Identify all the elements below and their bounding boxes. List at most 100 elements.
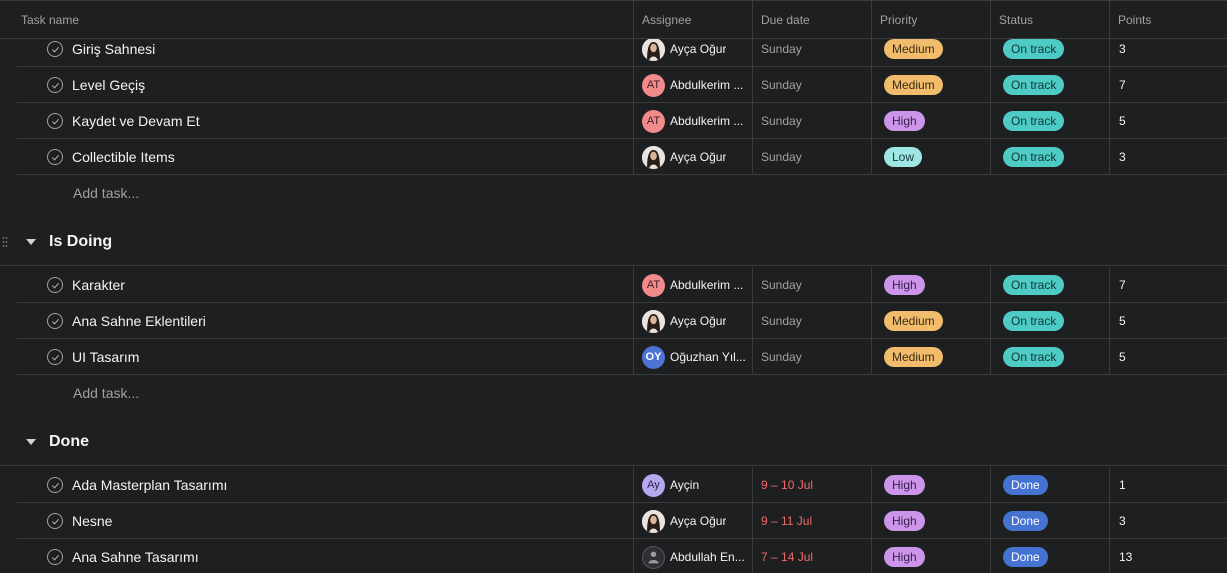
points-cell[interactable]: 1 bbox=[1109, 467, 1227, 503]
column-header-row: Task name Assignee Due date Priority Sta… bbox=[0, 0, 1227, 39]
due-date-cell[interactable]: Sunday bbox=[752, 139, 871, 175]
task-name[interactable]: Level Geçiş bbox=[72, 77, 145, 93]
due-date-cell[interactable]: 9 – 11 Jul bbox=[752, 503, 871, 539]
points-value: 7 bbox=[1119, 78, 1126, 92]
status-cell[interactable]: Done bbox=[990, 539, 1109, 573]
complete-check-icon[interactable] bbox=[47, 77, 63, 93]
complete-check-icon[interactable] bbox=[47, 277, 63, 293]
priority-cell[interactable]: Medium bbox=[871, 67, 990, 103]
add-task-button[interactable]: Add task... bbox=[73, 375, 139, 411]
priority-badge: High bbox=[884, 511, 925, 531]
avatar bbox=[642, 545, 665, 569]
due-date-cell[interactable]: Sunday bbox=[752, 339, 871, 375]
points-cell[interactable]: 5 bbox=[1109, 339, 1227, 375]
points-cell[interactable]: 7 bbox=[1109, 67, 1227, 103]
drag-handle-icon[interactable] bbox=[2, 236, 8, 248]
assignee-cell[interactable]: Abdullah En... bbox=[633, 539, 752, 573]
status-cell[interactable]: On track bbox=[990, 339, 1109, 375]
assignee-cell[interactable]: AT Abdulkerim ... bbox=[633, 267, 752, 303]
task-name[interactable]: Kaydet ve Devam Et bbox=[72, 113, 200, 129]
caret-down-icon[interactable] bbox=[26, 239, 36, 245]
task-row[interactable]: UI Tasarım OY Oğuzhan Yıl... Sunday Medi… bbox=[17, 339, 1227, 375]
column-header-priority[interactable]: Priority bbox=[871, 1, 990, 39]
section-title[interactable]: Done bbox=[49, 433, 89, 451]
task-name[interactable]: Ada Masterplan Tasarımı bbox=[72, 477, 227, 493]
assignee-cell[interactable]: Ayça Oğur bbox=[633, 503, 752, 539]
status-cell[interactable]: Done bbox=[990, 503, 1109, 539]
points-cell[interactable]: 5 bbox=[1109, 303, 1227, 339]
priority-cell[interactable]: High bbox=[871, 539, 990, 573]
complete-check-icon[interactable] bbox=[47, 349, 63, 365]
status-cell[interactable]: On track bbox=[990, 139, 1109, 175]
caret-down-icon[interactable] bbox=[26, 439, 36, 445]
priority-cell[interactable]: Medium bbox=[871, 303, 990, 339]
add-task-button[interactable]: Add task... bbox=[73, 175, 139, 211]
section-header-done[interactable]: Done bbox=[0, 418, 1227, 466]
task-row[interactable]: Level Geçiş AT Abdulkerim ... Sunday Med… bbox=[17, 67, 1227, 103]
task-row[interactable]: Ana Sahne Tasarımı Abdullah En... 7 – 14… bbox=[17, 539, 1227, 573]
complete-check-icon[interactable] bbox=[47, 113, 63, 129]
complete-check-icon[interactable] bbox=[47, 549, 63, 565]
points-cell[interactable]: 13 bbox=[1109, 539, 1227, 573]
due-date-cell[interactable]: Sunday bbox=[752, 103, 871, 139]
priority-cell[interactable]: High bbox=[871, 103, 990, 139]
status-cell[interactable]: On track bbox=[990, 267, 1109, 303]
task-name[interactable]: Karakter bbox=[72, 277, 125, 293]
priority-cell[interactable]: Medium bbox=[871, 339, 990, 375]
task-name[interactable]: Ana Sahne Eklentileri bbox=[72, 313, 206, 329]
due-date-cell[interactable]: Sunday bbox=[752, 267, 871, 303]
task-row[interactable]: Kaydet ve Devam Et AT Abdulkerim ... Sun… bbox=[17, 103, 1227, 139]
points-cell[interactable]: 7 bbox=[1109, 267, 1227, 303]
due-date-cell[interactable]: 9 – 10 Jul bbox=[752, 467, 871, 503]
assignee-cell[interactable]: Ay Ayçin bbox=[633, 467, 752, 503]
task-row[interactable]: Nesne Ayça Oğur 9 – 11 Jul High Done 3 bbox=[17, 503, 1227, 539]
avatar: AT bbox=[642, 73, 665, 97]
status-cell[interactable]: On track bbox=[990, 303, 1109, 339]
status-cell[interactable]: On track bbox=[990, 103, 1109, 139]
due-date: Sunday bbox=[761, 114, 802, 128]
task-row[interactable]: Ada Masterplan Tasarımı Ay Ayçin 9 – 10 … bbox=[17, 467, 1227, 503]
complete-check-icon[interactable] bbox=[47, 149, 63, 165]
priority-cell[interactable]: Low bbox=[871, 139, 990, 175]
priority-cell[interactable]: High bbox=[871, 267, 990, 303]
column-header-task-name[interactable]: Task name bbox=[13, 1, 633, 39]
task-row[interactable]: Collectible Items Ayça Oğur Sunday Low O… bbox=[17, 139, 1227, 175]
section-title[interactable]: Is Doing bbox=[49, 233, 112, 251]
points-value: 13 bbox=[1119, 550, 1133, 564]
task-row[interactable]: Karakter AT Abdulkerim ... Sunday High O… bbox=[17, 267, 1227, 303]
column-header-due-date[interactable]: Due date bbox=[752, 1, 871, 39]
column-header-points[interactable]: Points bbox=[1109, 1, 1227, 39]
assignee-cell[interactable]: OY Oğuzhan Yıl... bbox=[633, 339, 752, 375]
status-cell[interactable]: On track bbox=[990, 67, 1109, 103]
task-name[interactable]: Nesne bbox=[72, 513, 112, 529]
due-date-cell[interactable]: Sunday bbox=[752, 303, 871, 339]
task-name[interactable]: Collectible Items bbox=[72, 149, 175, 165]
task-name[interactable]: UI Tasarım bbox=[72, 349, 139, 365]
complete-check-icon[interactable] bbox=[47, 477, 63, 493]
task-row[interactable]: Ana Sahne Eklentileri Ayça Oğur Sunday M… bbox=[17, 303, 1227, 339]
points-cell[interactable]: 3 bbox=[1109, 139, 1227, 175]
priority-cell[interactable]: High bbox=[871, 467, 990, 503]
column-header-assignee[interactable]: Assignee bbox=[633, 1, 752, 39]
due-date: 7 – 14 Jul bbox=[761, 550, 814, 564]
task-name[interactable]: Ana Sahne Tasarımı bbox=[72, 549, 199, 565]
due-date-cell[interactable]: Sunday bbox=[752, 67, 871, 103]
complete-check-icon[interactable] bbox=[47, 41, 63, 57]
assignee-cell[interactable]: Ayça Oğur bbox=[633, 139, 752, 175]
points-cell[interactable]: 5 bbox=[1109, 103, 1227, 139]
due-date: Sunday bbox=[761, 314, 802, 328]
assignee-name: Abdulkerim ... bbox=[670, 78, 744, 92]
assignee-cell[interactable]: AT Abdulkerim ... bbox=[633, 67, 752, 103]
task-name[interactable]: Giriş Sahnesi bbox=[72, 41, 155, 57]
assignee-cell[interactable]: AT Abdulkerim ... bbox=[633, 103, 752, 139]
avatar: AT bbox=[642, 109, 665, 133]
complete-check-icon[interactable] bbox=[47, 313, 63, 329]
section-header-is-doing[interactable]: Is Doing bbox=[0, 218, 1227, 266]
assignee-cell[interactable]: Ayça Oğur bbox=[633, 303, 752, 339]
priority-cell[interactable]: High bbox=[871, 503, 990, 539]
points-cell[interactable]: 3 bbox=[1109, 503, 1227, 539]
column-header-status[interactable]: Status bbox=[990, 1, 1109, 39]
due-date-cell[interactable]: 7 – 14 Jul bbox=[752, 539, 871, 573]
complete-check-icon[interactable] bbox=[47, 513, 63, 529]
status-cell[interactable]: Done bbox=[990, 467, 1109, 503]
